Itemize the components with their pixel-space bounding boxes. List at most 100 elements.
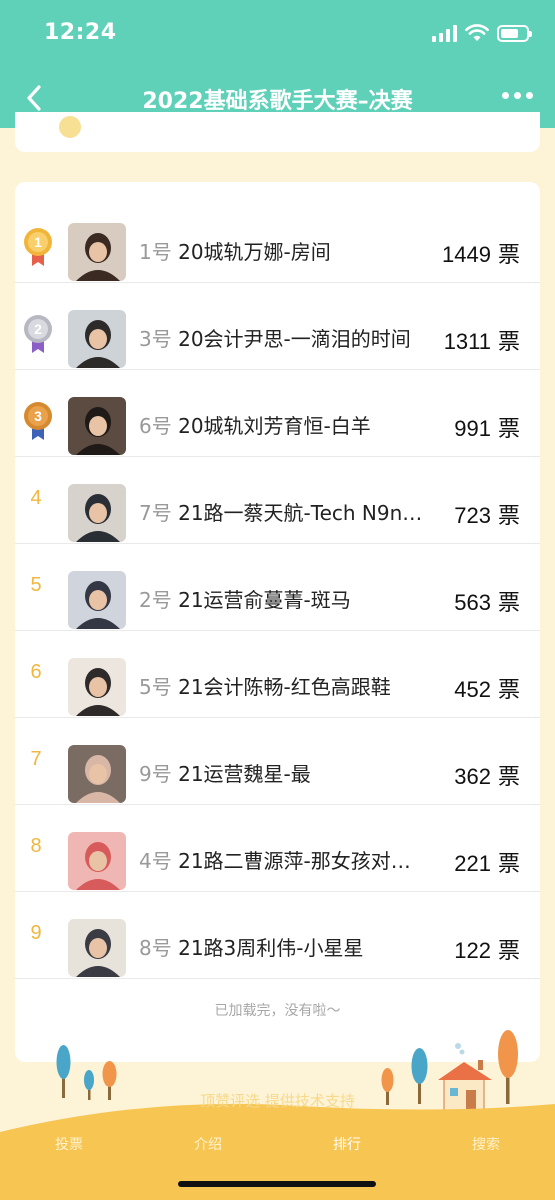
rank-number: 6: [30, 661, 42, 683]
vote-count: 122 票: [454, 933, 520, 965]
rank-number: 7: [30, 748, 42, 770]
medal-rank-number: 2: [34, 321, 42, 337]
vote-count: 723 票: [454, 498, 520, 530]
vote-unit: 票: [491, 678, 520, 703]
medal-rank-number: 3: [34, 408, 42, 424]
decoration-dot: [59, 116, 81, 138]
tab-intro[interactable]: 介绍: [139, 1134, 277, 1154]
contestant-song: 21路3周利伟-小星星: [171, 936, 364, 960]
previous-card-edge: [15, 112, 540, 152]
contestant-number: 2号: [139, 588, 172, 612]
ranking-row[interactable]: 5 2号 21运营俞蔓菁-斑马 563 票: [15, 544, 540, 631]
contestant-number: 8号: [139, 936, 172, 960]
vote-count: 362 票: [454, 759, 520, 791]
avatar[interactable]: [68, 745, 126, 803]
list-end-text: 已加载完，没有啦～: [214, 1003, 341, 1019]
contestant-number: 9号: [139, 762, 172, 786]
ranking-row[interactable]: 6 5号 21会计陈畅-红色高跟鞋 452 票: [15, 631, 540, 718]
vote-count: 452 票: [454, 672, 520, 704]
avatar[interactable]: [68, 310, 126, 368]
rank-number: 4: [30, 487, 42, 509]
vote-unit: 票: [491, 591, 520, 616]
tab-bar: 投票 介绍 排行 搜索: [0, 1118, 555, 1200]
rank-number: 8: [30, 835, 42, 857]
more-menu-button[interactable]: [502, 92, 533, 99]
bronze-medal-icon: 3: [24, 402, 52, 440]
contestant-song: 21路二曹源萍-那女孩对…: [171, 849, 411, 873]
contestant-title: 1号 20城轨万娜-房间: [139, 236, 434, 265]
avatar[interactable]: [68, 571, 126, 629]
page-title: 2022基础系歌手大赛–决赛: [142, 89, 413, 114]
contestant-number: 3号: [139, 327, 172, 351]
ranking-row[interactable]: 1 1号 20城轨万娜-房间 1449 票: [15, 196, 540, 283]
avatar[interactable]: [68, 832, 126, 890]
vote-unit: 票: [491, 765, 520, 790]
contestant-title: 5号 21会计陈畅-红色高跟鞋: [139, 671, 434, 700]
contestant-number: 7号: [139, 501, 172, 525]
avatar[interactable]: [68, 484, 126, 542]
vote-unit: 票: [491, 243, 520, 268]
vote-count: 991 票: [454, 411, 520, 443]
rank-number: 9: [30, 922, 42, 944]
contestant-title: 7号 21路一蔡天航-Tech N9ne…: [139, 497, 434, 526]
vote-number: 221: [454, 851, 491, 876]
contestant-title: 4号 21路二曹源萍-那女孩对…: [139, 845, 434, 874]
cellular-signal-icon: [432, 24, 457, 42]
vote-number: 1311: [443, 329, 491, 354]
contestant-song: 21运营魏星-最: [171, 762, 311, 786]
status-time: 12:24: [44, 20, 117, 45]
tab-search[interactable]: 搜索: [417, 1134, 555, 1154]
more-dots-icon: [502, 92, 509, 99]
ranking-row[interactable]: 4 7号 21路一蔡天航-Tech N9ne… 723 票: [15, 457, 540, 544]
vote-number: 1449: [442, 242, 491, 267]
contestant-title: 3号 20会计尹思-一滴泪的时间: [139, 323, 434, 352]
tab-vote[interactable]: 投票: [0, 1134, 138, 1154]
contestant-song: 21运营俞蔓菁-斑马: [171, 588, 351, 612]
vote-number: 122: [454, 938, 491, 963]
home-indicator[interactable]: [178, 1181, 376, 1187]
vote-unit: 票: [491, 852, 520, 877]
contestant-number: 5号: [139, 675, 172, 699]
gold-medal-icon: 1: [24, 228, 52, 266]
status-icons: [432, 24, 532, 42]
vote-number: 452: [454, 677, 491, 702]
ranking-row[interactable]: 9 8号 21路3周利伟-小星星 122 票: [15, 892, 540, 979]
contestant-number: 4号: [139, 849, 172, 873]
contestant-song: 21路一蔡天航-Tech N9ne…: [171, 501, 434, 525]
avatar[interactable]: [68, 919, 126, 977]
tab-ranking[interactable]: 排行: [278, 1134, 416, 1154]
wifi-icon: [465, 24, 489, 41]
medal-rank-number: 1: [34, 234, 42, 250]
avatar[interactable]: [68, 223, 126, 281]
vote-number: 362: [454, 764, 491, 789]
contestant-title: 6号 20城轨刘芳育恒-白羊: [139, 410, 434, 439]
contestant-title: 8号 21路3周利伟-小星星: [139, 932, 434, 961]
tech-support-credit[interactable]: 顶赞评选 提供技术支持: [0, 1090, 555, 1111]
vote-count: 563 票: [454, 585, 520, 617]
vote-count: 1311 票: [444, 324, 520, 356]
contestant-title: 9号 21运营魏星-最: [139, 758, 434, 787]
avatar[interactable]: [68, 658, 126, 716]
rank-number: 5: [30, 574, 42, 596]
ranking-list: 已加载完，没有啦～ 1 1号 20城轨万娜-房间 1449 票 2 3号 20会计尹思-…: [15, 182, 540, 1062]
contestant-song: 20会计尹思-一滴泪的时间: [171, 327, 411, 351]
ranking-row[interactable]: 3 6号 20城轨刘芳育恒-白羊 991 票: [15, 370, 540, 457]
contestant-number: 6号: [139, 414, 172, 438]
contestant-number: 1号: [139, 240, 172, 264]
status-bar: 12:24: [0, 0, 555, 70]
vote-unit: 票: [491, 330, 520, 355]
vote-unit: 票: [491, 939, 520, 964]
ranking-row[interactable]: 8 4号 21路二曹源萍-那女孩对… 221 票: [15, 805, 540, 892]
vote-count: 1449 票: [442, 237, 520, 269]
contestant-title: 2号 21运营俞蔓菁-斑马: [139, 584, 434, 613]
avatar[interactable]: [68, 397, 126, 455]
ranking-row[interactable]: 2 3号 20会计尹思-一滴泪的时间 1311 票: [15, 283, 540, 370]
vote-unit: 票: [491, 504, 520, 529]
battery-icon: [497, 24, 532, 42]
vote-number: 723: [454, 503, 491, 528]
ranking-row[interactable]: 7 9号 21运营魏星-最 362 票: [15, 718, 540, 805]
vote-number: 991: [454, 416, 491, 441]
vote-unit: 票: [491, 417, 520, 442]
contestant-song: 20城轨万娜-房间: [171, 240, 331, 264]
vote-number: 563: [454, 590, 491, 615]
